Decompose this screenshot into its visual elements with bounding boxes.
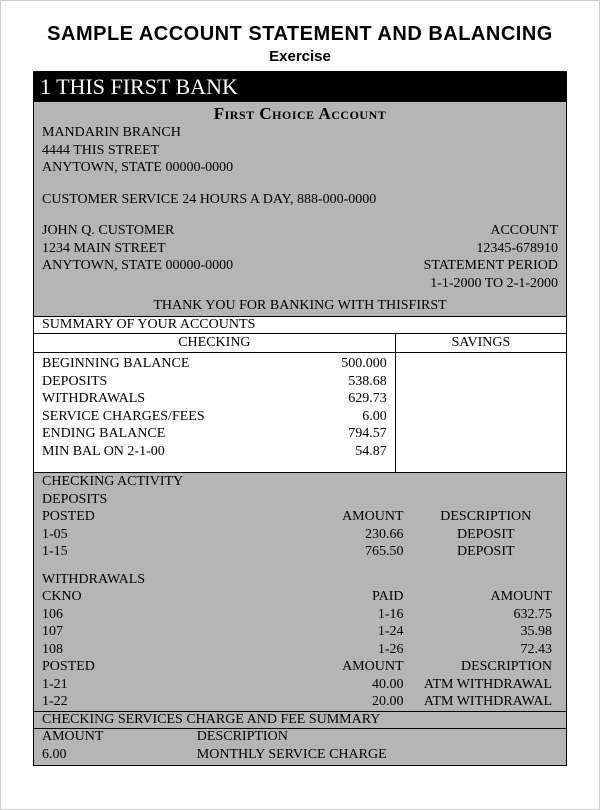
withdrawal-other-row: 1-2220.00ATM WITHDRAWAL bbox=[42, 693, 558, 711]
summary-label: MIN BAL ON 2-1-00 bbox=[42, 443, 165, 461]
period-value: 1-1-2000 TO 2-1-2000 bbox=[424, 275, 558, 293]
col-description: DESCRIPTION bbox=[414, 658, 558, 676]
branch-city: ANYTOWN, STATE 00000-0000 bbox=[42, 159, 558, 177]
deposit-posted: 1-05 bbox=[42, 526, 279, 544]
check-no: 108 bbox=[42, 641, 279, 659]
wd-amount: 40.00 bbox=[279, 676, 413, 694]
deposit-row: 1-05230.66DEPOSIT bbox=[42, 526, 558, 544]
summary-label: WITHDRAWALS bbox=[42, 390, 145, 408]
summary-row: DEPOSITS 538.68 bbox=[42, 373, 387, 391]
withdrawals-section: WITHDRAWALS CKNO PAID AMOUNT 1061-16632.… bbox=[34, 571, 566, 711]
withdrawals-title: WITHDRAWALS bbox=[42, 571, 558, 589]
wd-posted: 1-21 bbox=[42, 676, 279, 694]
activity-title: CHECKING ACTIVITY bbox=[34, 472, 566, 491]
col-posted: POSTED bbox=[42, 658, 279, 676]
summary-value: 629.73 bbox=[305, 390, 387, 408]
summary-label: BEGINNING BALANCE bbox=[42, 355, 189, 373]
summary-row: ENDING BALANCE 794.57 bbox=[42, 425, 387, 443]
bank-name-bar: 1 THIS FIRST BANK bbox=[34, 72, 566, 102]
summary-label: ENDING BALANCE bbox=[42, 425, 165, 443]
deposits-section: DEPOSITS POSTED AMOUNT DESCRIPTION 1-052… bbox=[34, 491, 566, 561]
withdrawal-row: 1071-2435.98 bbox=[42, 623, 558, 641]
deposit-posted: 1-15 bbox=[42, 543, 279, 561]
wd-amount: 20.00 bbox=[279, 693, 413, 711]
wd-desc: ATM WITHDRAWAL bbox=[414, 676, 558, 694]
customer-city: ANYTOWN, STATE 00000-0000 bbox=[42, 257, 233, 275]
col-paid: PAID bbox=[279, 588, 413, 606]
summary-body: BEGINNING BALANCE500.000 DEPOSITS538.68 … bbox=[34, 353, 566, 472]
col-description: DESCRIPTION bbox=[414, 508, 558, 526]
col-amount: AMOUNT bbox=[279, 658, 413, 676]
check-no: 107 bbox=[42, 623, 279, 641]
summary-label: SERVICE CHARGES/FEES bbox=[42, 408, 205, 426]
withdrawal-row: 1061-16632.75 bbox=[42, 606, 558, 624]
col-posted: POSTED bbox=[42, 508, 279, 526]
col-amount: AMOUNT bbox=[414, 588, 558, 606]
withdrawal-row: 1081-2672.43 bbox=[42, 641, 558, 659]
fee-row: 6.00 MONTHLY SERVICE CHARGE bbox=[34, 747, 566, 765]
withdrawal-other-row: 1-2140.00ATM WITHDRAWAL bbox=[42, 676, 558, 694]
col-amount: AMOUNT bbox=[42, 729, 197, 745]
thank-you-line: THANK YOU FOR BANKING WITH THISFIRST bbox=[34, 292, 566, 316]
summary-value: 6.00 bbox=[305, 408, 387, 426]
col-amount: AMOUNT bbox=[279, 508, 413, 526]
col-description: DESCRIPTION bbox=[197, 729, 558, 745]
deposit-amount: 230.66 bbox=[279, 526, 413, 544]
checking-summary: BEGINNING BALANCE500.000 DEPOSITS538.68 … bbox=[34, 353, 396, 472]
withdrawals-headers: CKNO PAID AMOUNT bbox=[42, 588, 558, 606]
fees-title: CHECKING SERVICES CHARGE AND FEE SUMMARY bbox=[34, 711, 566, 729]
summary-value: 54.87 bbox=[305, 443, 387, 461]
check-amount: 632.75 bbox=[414, 606, 558, 624]
deposit-desc: DEPOSIT bbox=[414, 526, 558, 544]
check-paid: 1-26 bbox=[279, 641, 413, 659]
check-amount: 35.98 bbox=[414, 623, 558, 641]
summary-value: 794.57 bbox=[305, 425, 387, 443]
wd-posted: 1-22 bbox=[42, 693, 279, 711]
customer-account-block: JOHN Q. CUSTOMER 1234 MAIN STREET ANYTOW… bbox=[34, 222, 566, 292]
summary-row: BEGINNING BALANCE 500.000 bbox=[42, 355, 387, 373]
customer-name: JOHN Q. CUSTOMER bbox=[42, 222, 233, 240]
col-ckno: CKNO bbox=[42, 588, 279, 606]
branch-address: MANDARIN BRANCH 4444 THIS STREET ANYTOWN… bbox=[34, 124, 566, 181]
account-type-heading: First Choice Account bbox=[34, 102, 566, 124]
customer-service-line: CUSTOMER SERVICE 24 HOURS A DAY, 888-000… bbox=[34, 191, 566, 213]
account-label: ACCOUNT bbox=[424, 222, 558, 240]
check-amount: 72.43 bbox=[414, 641, 558, 659]
period-label: STATEMENT PERIOD bbox=[424, 257, 558, 275]
customer-address: JOHN Q. CUSTOMER 1234 MAIN STREET ANYTOW… bbox=[42, 222, 233, 292]
customer-street: 1234 MAIN STREET bbox=[42, 240, 233, 258]
deposit-row: 1-15765.50DEPOSIT bbox=[42, 543, 558, 561]
summary-row: WITHDRAWALS 629.73 bbox=[42, 390, 387, 408]
branch-street: 4444 THIS STREET bbox=[42, 142, 558, 160]
fee-amount: 6.00 bbox=[42, 747, 197, 763]
summary-value: 538.68 bbox=[305, 373, 387, 391]
fee-desc: MONTHLY SERVICE CHARGE bbox=[197, 747, 558, 763]
statement-container: 1 THIS FIRST BANK First Choice Account M… bbox=[33, 71, 567, 766]
wd-desc: ATM WITHDRAWAL bbox=[414, 693, 558, 711]
account-number: 12345-678910 bbox=[424, 240, 558, 258]
summary-row: SERVICE CHARGES/FEES 6.00 bbox=[42, 408, 387, 426]
col-header-savings: SAVINGS bbox=[396, 334, 566, 352]
deposit-desc: DEPOSIT bbox=[414, 543, 558, 561]
summary-value: 500.000 bbox=[305, 355, 387, 373]
deposits-title: DEPOSITS bbox=[42, 491, 558, 509]
deposit-amount: 765.50 bbox=[279, 543, 413, 561]
check-paid: 1-24 bbox=[279, 623, 413, 641]
account-info: ACCOUNT 12345-678910 STATEMENT PERIOD 1-… bbox=[424, 222, 558, 292]
withdrawals-other-headers: POSTED AMOUNT DESCRIPTION bbox=[42, 658, 558, 676]
check-paid: 1-16 bbox=[279, 606, 413, 624]
deposits-headers: POSTED AMOUNT DESCRIPTION bbox=[42, 508, 558, 526]
page-subtitle: Exercise bbox=[33, 48, 567, 65]
col-header-checking: CHECKING bbox=[34, 334, 396, 352]
summary-title: SUMMARY OF YOUR ACCOUNTS bbox=[34, 316, 566, 334]
summary-label: DEPOSITS bbox=[42, 373, 107, 391]
branch-name: MANDARIN BRANCH bbox=[42, 124, 558, 142]
summary-row: MIN BAL ON 2-1-00 54.87 bbox=[42, 443, 387, 461]
savings-summary bbox=[396, 353, 566, 472]
page-title: SAMPLE ACCOUNT STATEMENT AND BALANCING bbox=[33, 23, 567, 46]
check-no: 106 bbox=[42, 606, 279, 624]
summary-column-headers: CHECKING SAVINGS bbox=[34, 334, 566, 353]
fees-headers: AMOUNT DESCRIPTION bbox=[34, 729, 566, 747]
